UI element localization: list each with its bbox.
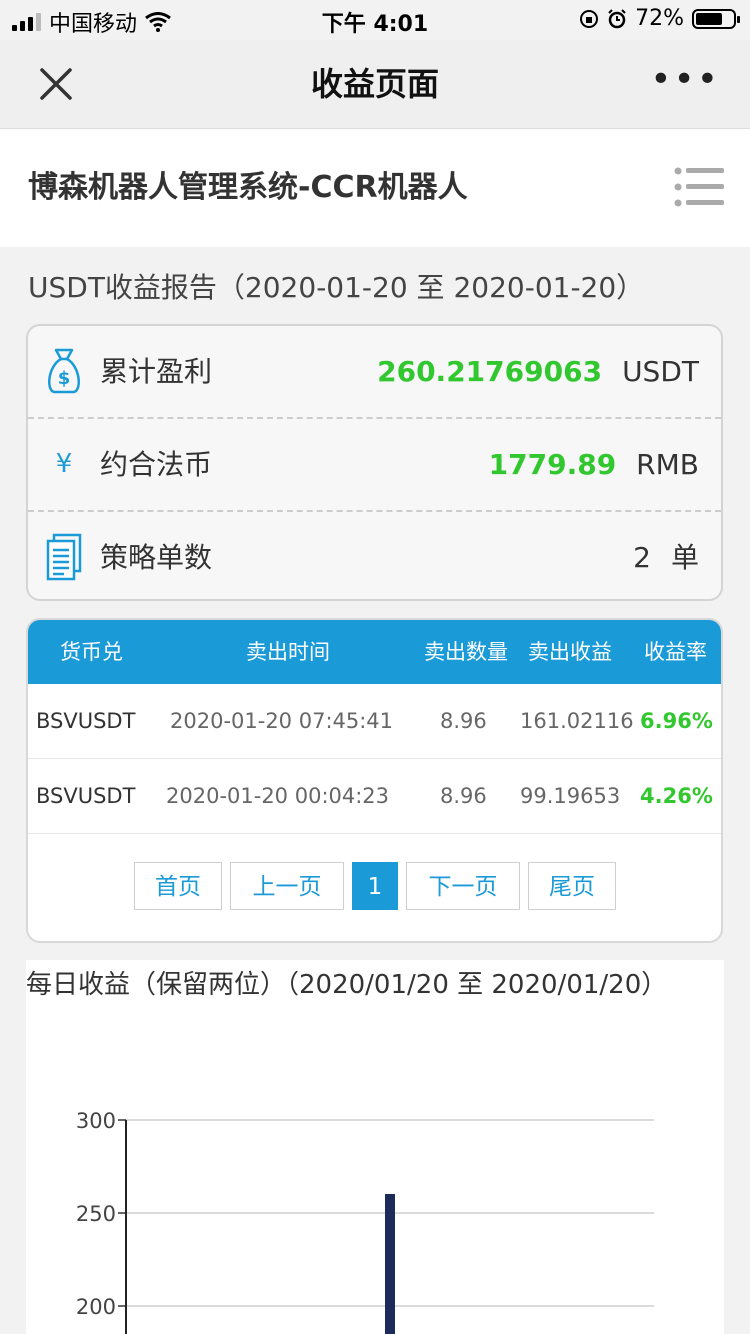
column-header-rate: 收益率 xyxy=(644,640,707,664)
cell-qty: 8.96 xyxy=(440,784,487,808)
current-page-button[interactable]: 1 xyxy=(352,862,398,910)
summary-label: 累计盈利 xyxy=(100,355,213,388)
battery-percent: 72% xyxy=(635,6,684,31)
prev-page-button[interactable]: 上一页 xyxy=(230,862,344,910)
order-count-unit: 单 xyxy=(670,541,699,574)
chart-title: 每日收益（保留两位）（2020/01/20 至 2020/01/20） xyxy=(26,970,668,1000)
summary-row-fiat: ¥ 约合法币 1779.89 RMB xyxy=(28,417,721,510)
summary-label: 约合法币 xyxy=(100,448,213,481)
cell-rate: 6.96% xyxy=(640,709,713,733)
first-page-button[interactable]: 首页 xyxy=(134,862,222,910)
cell-rate: 4.26% xyxy=(640,784,713,808)
y-tick-label: 300 xyxy=(76,1109,116,1133)
status-bar: 中国移动 下午 4:01 72% xyxy=(0,0,750,40)
trades-table: 货币兑 卖出时间 卖出数量 卖出收益 收益率 BSVUSDT 2020-01-2… xyxy=(26,618,723,943)
document-icon xyxy=(46,533,82,581)
daily-profit-chart: 300 250 200 每日收益（保留两位）（2020/01/20 至 2020/0… xyxy=(26,960,724,1334)
cell-time: 2020-01-20 00:04:23 xyxy=(166,784,390,808)
more-options-icon[interactable]: ••• xyxy=(650,62,720,98)
battery-icon xyxy=(692,8,740,29)
column-header-time: 卖出时间 xyxy=(246,640,330,664)
table-header: 货币兑 卖出时间 卖出数量 卖出收益 收益率 xyxy=(28,620,721,684)
column-header-profit: 卖出收益 xyxy=(528,640,612,664)
column-header-qty: 卖出数量 xyxy=(424,640,508,664)
yen-icon: ¥ xyxy=(55,449,73,479)
rotation-lock-icon xyxy=(580,9,599,28)
summary-card: $ 累计盈利 260.21769063 USDT ¥ 约合法币 1779.89 RM… xyxy=(26,324,723,601)
fiat-value: 1779.89 xyxy=(488,448,617,481)
summary-row-orders: 策略单数 2单 xyxy=(28,510,721,603)
alarm-icon xyxy=(608,8,626,28)
column-header-pair: 货币兑 xyxy=(60,640,123,664)
nav-bar: 收益页面 ••• xyxy=(0,40,750,129)
svg-text:$: $ xyxy=(58,368,71,389)
cell-time: 2020-01-20 07:45:41 xyxy=(170,709,394,733)
next-page-button[interactable]: 下一页 xyxy=(406,862,520,910)
y-tick-label: 250 xyxy=(76,1202,116,1226)
last-page-button[interactable]: 尾页 xyxy=(528,862,616,910)
money-bag-icon: $ xyxy=(48,348,80,394)
order-count-value: 2 xyxy=(633,541,651,574)
table-row: BSVUSDT 2020-01-20 07:45:41 8.96 161.021… xyxy=(28,684,721,759)
summary-label: 策略单数 xyxy=(100,541,213,574)
cell-qty: 8.96 xyxy=(440,709,487,733)
cell-profit: 161.02116 xyxy=(520,709,634,733)
fiat-unit: RMB xyxy=(636,448,699,481)
pagination: 首页 上一页 1 下一页 尾页 xyxy=(28,862,721,912)
table-row: BSVUSDT 2020-01-20 00:04:23 8.96 99.1965… xyxy=(28,759,721,834)
total-profit-value: 260.21769063 xyxy=(377,355,603,388)
total-profit-unit: USDT xyxy=(622,355,699,388)
summary-row-total-profit: $ 累计盈利 260.21769063 USDT xyxy=(28,326,721,417)
y-tick-label: 200 xyxy=(76,1295,116,1319)
chart-plot: 300 250 200 xyxy=(76,1109,654,1334)
cell-profit: 99.19653 xyxy=(520,784,621,808)
report-title: USDT收益报告（2020-01-20 至 2020-01-20） xyxy=(28,271,645,304)
cell-pair: BSVUSDT xyxy=(36,709,136,733)
system-title: 博森机器人管理系统-CCR机器人 xyxy=(28,170,468,205)
cell-pair: BSVUSDT xyxy=(36,784,136,808)
page-title: 收益页面 xyxy=(310,65,439,103)
chart-bar xyxy=(385,1193,395,1334)
app-header: 博森机器人管理系统-CCR机器人 xyxy=(0,129,750,247)
menu-icon[interactable] xyxy=(674,165,724,209)
